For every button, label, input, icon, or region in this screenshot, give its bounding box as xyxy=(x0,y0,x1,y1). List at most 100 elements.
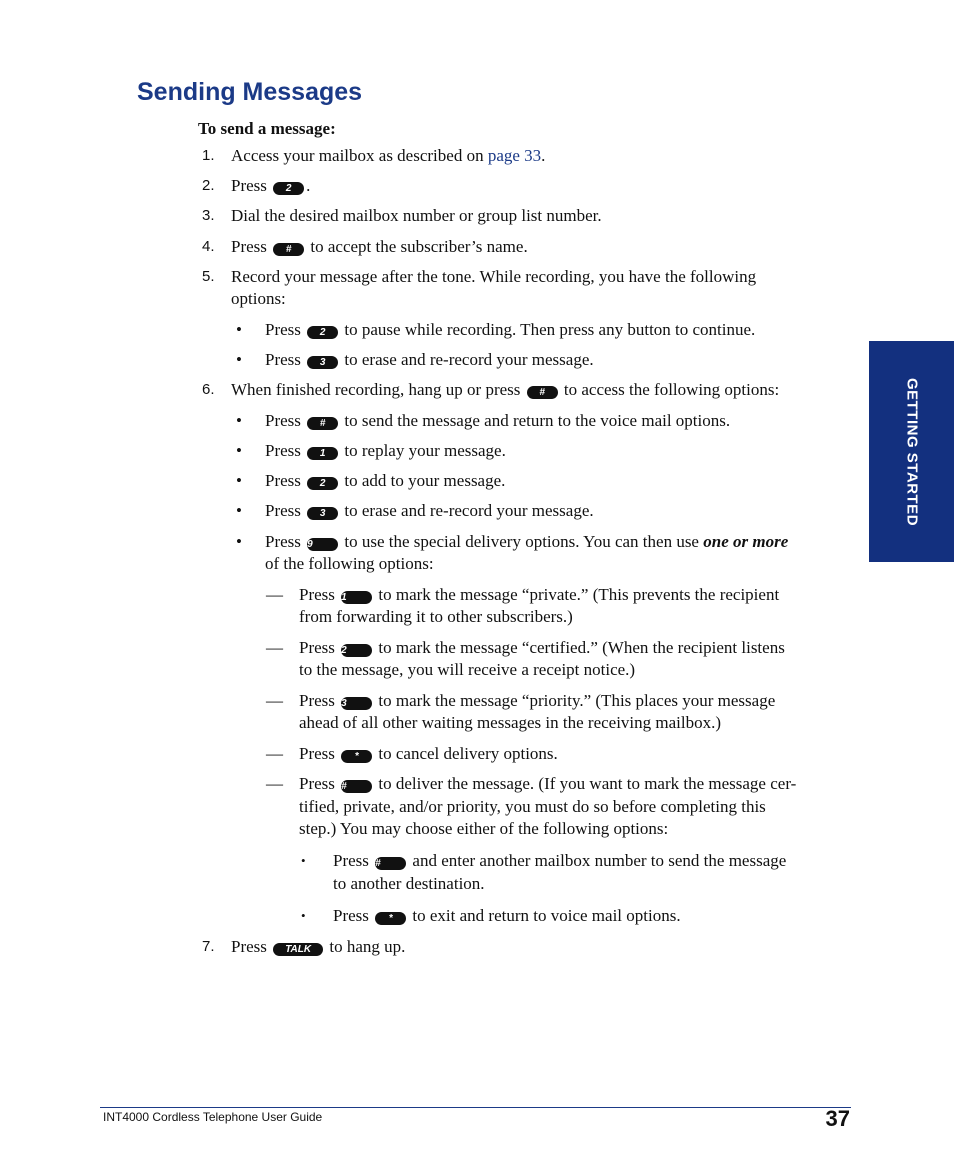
step-1: Access your mailbox as described on page… xyxy=(231,145,545,167)
step-text: Press xyxy=(265,411,301,430)
step-3: Dial the desired mailbox number or group… xyxy=(231,206,602,225)
step-7: Press TALK to hang up. xyxy=(231,936,405,958)
step-text: . xyxy=(541,146,546,165)
step-text: and enter another mailbox number to send… xyxy=(408,851,787,870)
dash-item-continued: step.) You may choose either of the foll… xyxy=(299,819,669,838)
step-text: Press xyxy=(231,237,267,256)
key-2-icon: 2 xyxy=(341,644,373,657)
bullet-icon: • xyxy=(236,441,242,460)
page-link[interactable]: page 33 xyxy=(488,146,541,165)
step-text: Press xyxy=(333,906,369,925)
key-2-icon: 2 xyxy=(273,182,305,195)
key-talk-icon: TALK xyxy=(273,943,324,956)
step-text: Press xyxy=(299,774,335,793)
step-number: 4. xyxy=(202,238,215,255)
key-hash-icon: # xyxy=(526,386,558,399)
step-text: Press xyxy=(333,851,369,870)
list-item: Press 3 to erase and re-record your mess… xyxy=(265,500,594,522)
step-text: When finished recording, hang up or pres… xyxy=(231,380,525,399)
page-title: Sending Messages xyxy=(137,78,363,106)
dash-item-continued: from forwarding it to other subscribers.… xyxy=(299,607,573,626)
section-tab-label: GETTING STARTED xyxy=(903,377,920,526)
step-text: Press xyxy=(265,501,301,520)
step-text: to erase and re-record your message. xyxy=(340,501,594,520)
step-text: Press xyxy=(265,441,301,460)
list-item-continued: of the following options: xyxy=(265,554,434,573)
step-text: to add to your message. xyxy=(340,471,506,490)
step-4: Press # to accept the subscriber’s name. xyxy=(231,236,528,258)
dash-icon: — xyxy=(266,638,283,657)
key-3-icon: 3 xyxy=(307,507,339,520)
page-number: 37 xyxy=(825,1106,850,1131)
step-number: 2. xyxy=(202,177,215,194)
dash-item-continued: ahead of all other waiting messages in t… xyxy=(299,713,722,732)
step-text: Press xyxy=(265,350,301,369)
dash-item: Press * to cancel delivery options. xyxy=(299,743,558,765)
step-5-line2: options: xyxy=(231,289,286,308)
key-star-icon: * xyxy=(341,750,373,763)
dash-item: Press 3 to mark the message “priority.” … xyxy=(299,690,852,712)
key-2-icon: 2 xyxy=(307,326,339,339)
step-text: to exit and return to voice mail options… xyxy=(408,906,681,925)
step-text: to hang up. xyxy=(325,937,406,956)
dash-icon: — xyxy=(266,585,283,604)
step-number: 7. xyxy=(202,938,215,955)
step-text: to mark the message “certified.” (When t… xyxy=(374,638,785,657)
key-hash-icon: # xyxy=(341,780,373,793)
step-text: Press xyxy=(299,691,335,710)
step-text: to mark the message “priority.” (This pl… xyxy=(374,691,776,710)
dash-icon: — xyxy=(266,691,283,710)
step-text: to send the message and return to the vo… xyxy=(340,411,731,430)
dash-item: Press 2 to mark the message “certified.”… xyxy=(299,637,852,659)
step-text: to mark the message “private.” (This pre… xyxy=(374,585,780,604)
step-text: Press xyxy=(265,471,301,490)
step-text: Press xyxy=(265,532,301,551)
small-bullet-icon: • xyxy=(301,908,306,923)
step-5-line1: Record your message after the tone. Whil… xyxy=(231,267,757,286)
key-3-icon: 3 xyxy=(307,356,339,369)
step-number: 6. xyxy=(202,381,215,398)
step-number: 1. xyxy=(202,147,215,164)
emphasis-text: one or more xyxy=(703,532,789,551)
bullet-icon: • xyxy=(236,501,242,520)
bullet-icon: • xyxy=(236,471,242,490)
step-text: to use the special delivery options. You… xyxy=(340,532,704,551)
dash-item: Press 1 to mark the message “private.” (… xyxy=(299,584,852,606)
step-text: to accept the subscriber’s name. xyxy=(306,237,528,256)
list-item: Press 9 to use the special delivery opti… xyxy=(265,531,852,553)
sub-bullet-item-continued: to another destination. xyxy=(333,874,485,893)
step-6: When finished recording, hang up or pres… xyxy=(231,379,779,401)
key-hash-icon: # xyxy=(375,857,407,870)
footer-guide-title: INT4000 Cordless Telephone User Guide xyxy=(103,1110,323,1124)
bullet-icon: • xyxy=(236,350,242,369)
step-text: to access the following options: xyxy=(559,380,780,399)
key-3-icon: 3 xyxy=(341,697,373,710)
list-item: Press 3 to erase and re-record your mess… xyxy=(265,349,594,371)
procedure-heading: To send a message: xyxy=(198,119,336,138)
step-text: to replay your message. xyxy=(340,441,506,460)
step-text: . xyxy=(306,176,311,195)
bullet-icon: • xyxy=(236,411,242,430)
step-text: Press xyxy=(265,320,301,339)
key-1-icon: 1 xyxy=(341,591,373,604)
small-bullet-icon: • xyxy=(301,853,306,868)
list-item: Press 1 to replay your message. xyxy=(265,440,506,462)
list-item: Press 2 to pause while recording. Then p… xyxy=(265,319,755,341)
step-text: Press xyxy=(231,937,267,956)
dash-icon: — xyxy=(266,774,283,793)
step-text: to erase and re-record your message. xyxy=(340,350,594,369)
step-text: Press xyxy=(231,176,267,195)
section-tab: GETTING STARTED xyxy=(869,341,954,562)
bullet-icon: • xyxy=(236,320,242,339)
key-1-icon: 1 xyxy=(307,447,339,460)
step-text: to cancel delivery options. xyxy=(374,744,558,763)
key-hash-icon: # xyxy=(273,243,305,256)
step-text: to deliver the message. (If you want to … xyxy=(374,774,797,793)
step-text: Press xyxy=(299,744,335,763)
key-2-icon: 2 xyxy=(307,477,339,490)
dash-item: Press # to deliver the message. (If you … xyxy=(299,773,852,795)
sub-bullet-item: Press # and enter another mailbox number… xyxy=(333,850,852,872)
step-2: Press 2. xyxy=(231,175,310,197)
key-hash-icon: # xyxy=(307,417,339,430)
dash-icon: — xyxy=(266,744,283,763)
